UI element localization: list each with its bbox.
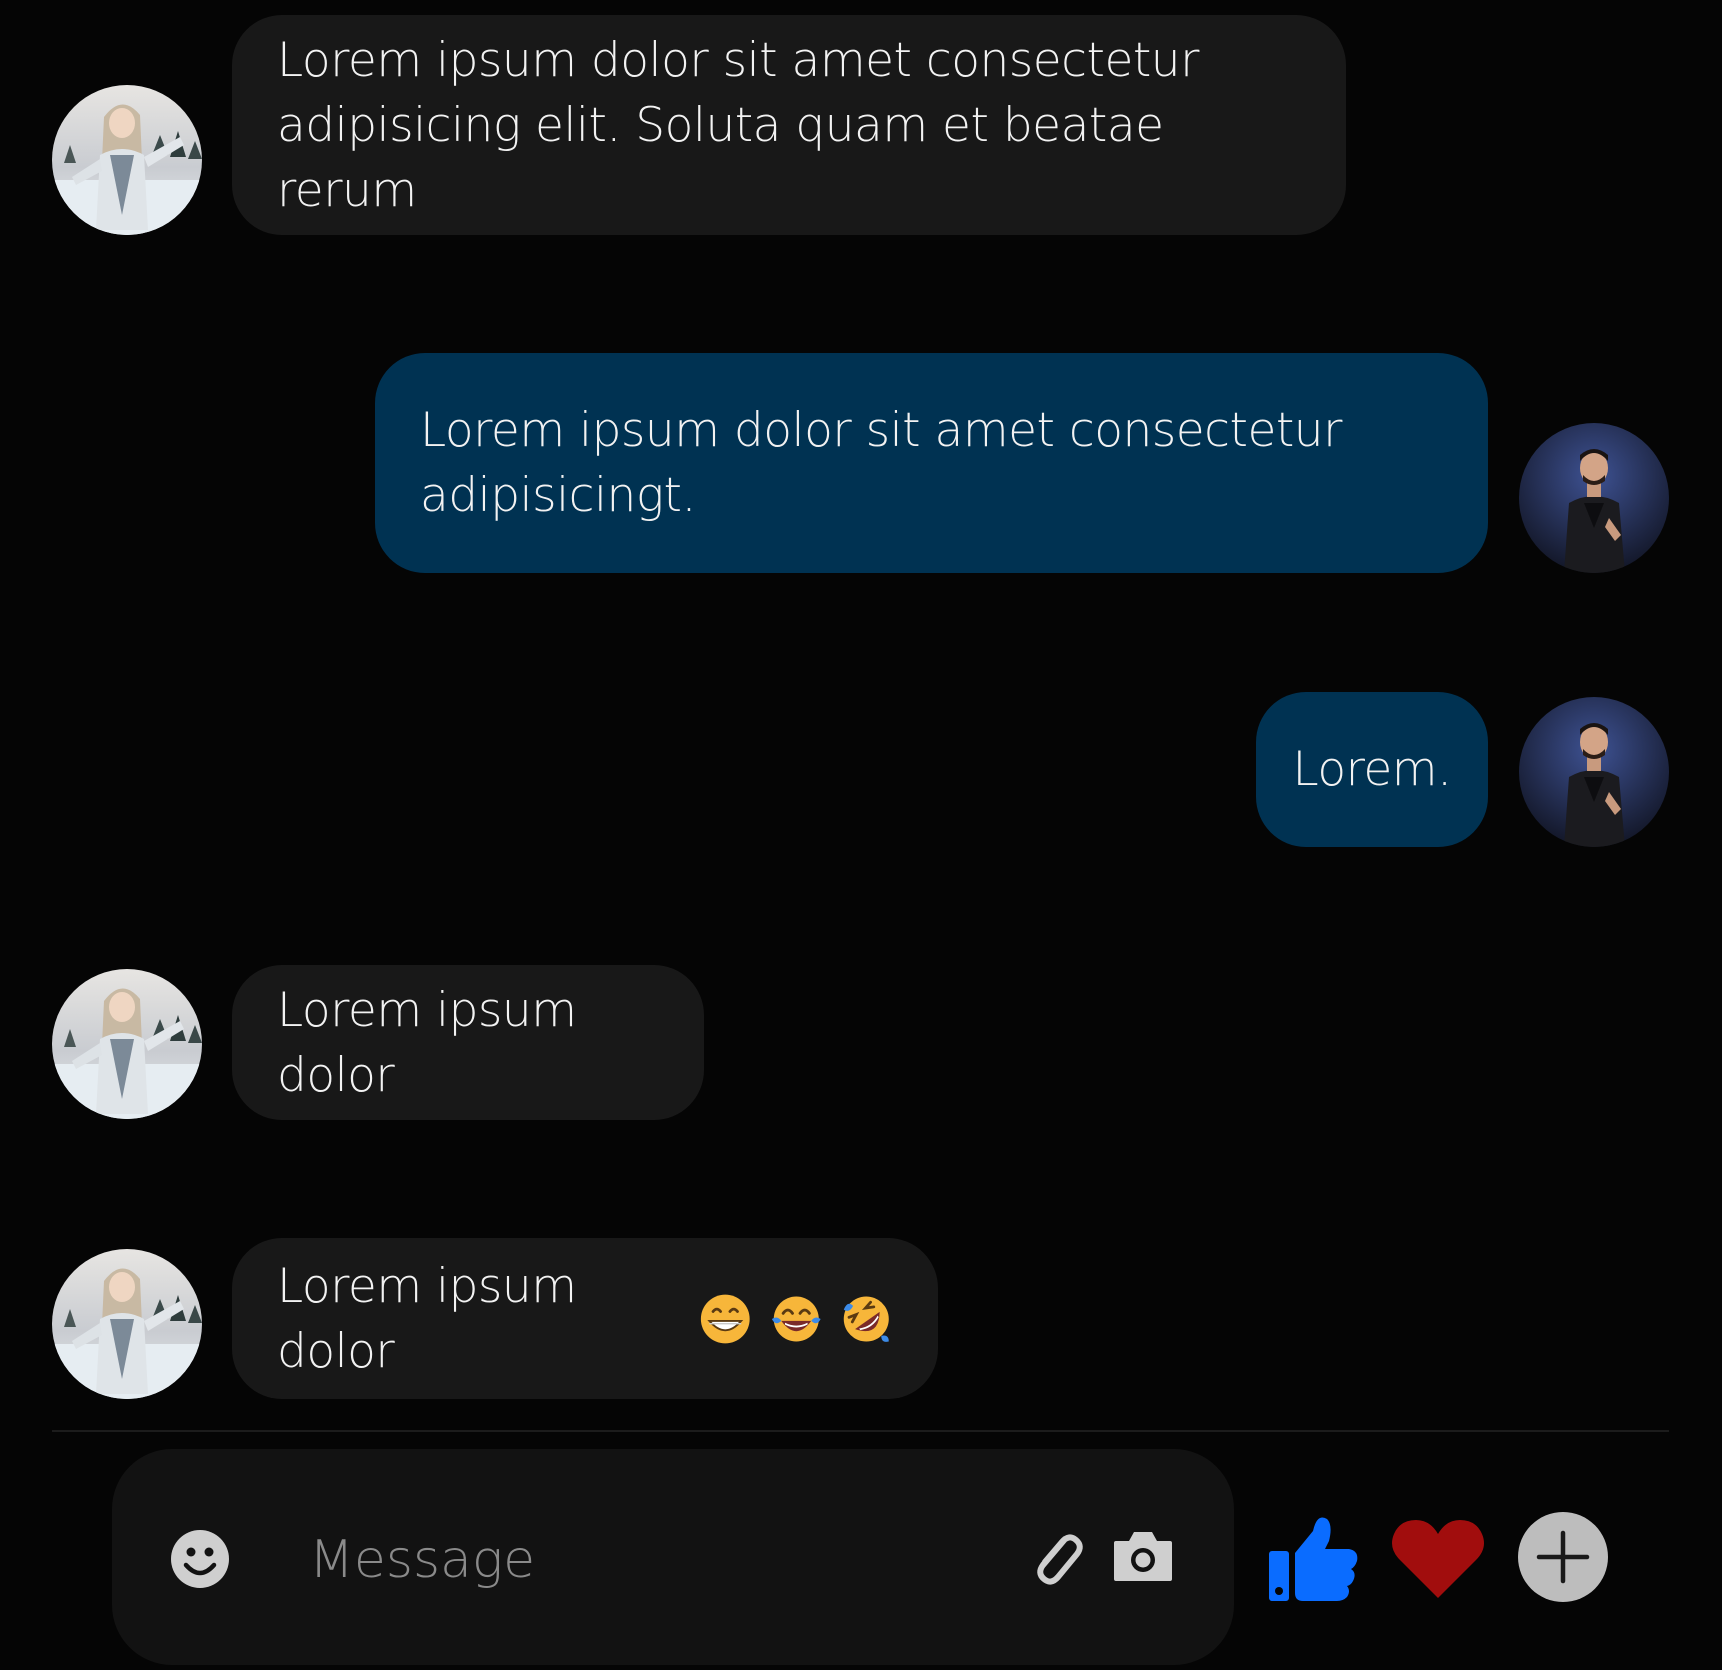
tears-of-joy-icon (771, 1295, 821, 1342)
message-bubble-incoming[interactable]: Lorem ipsum dolor (232, 1238, 938, 1399)
grinning-face-icon (701, 1294, 751, 1343)
message-bubble-outgoing[interactable]: Lorem ipsum dolor sit amet consectetur a… (375, 353, 1488, 573)
avatar-incoming[interactable] (52, 969, 202, 1119)
message-text: Lorem ipsum dolor (277, 982, 577, 1103)
avatar-outgoing[interactable] (1519, 697, 1669, 847)
avatar-girl-snow-image (52, 969, 202, 1119)
avatar-man-portrait-image (1519, 423, 1669, 573)
message-bubble-incoming[interactable]: Lorem ipsum dolor sit amet consectetur a… (232, 15, 1346, 235)
message-text: Lorem ipsum dolor (277, 1258, 577, 1379)
message-text: Lorem. (1292, 742, 1452, 797)
message-text-line: adipisicing elit. Soluta quam et beatae … (277, 97, 1164, 218)
message-composer (112, 1449, 1234, 1665)
avatar-girl-snow-image (52, 85, 202, 235)
message-bubble-outgoing[interactable]: Lorem. (1256, 692, 1488, 847)
message-text-line: Lorem ipsum dolor sit amet consectetur (420, 403, 1342, 458)
camera-icon[interactable] (1112, 1527, 1174, 1583)
rolling-on-floor-laughing-icon (844, 1295, 890, 1342)
message-text-line: adipisicingt. (420, 468, 696, 523)
message-text-line: Lorem ipsum dolor sit amet consectetur (277, 32, 1199, 88)
composer-divider (52, 1430, 1669, 1432)
avatar-girl-snow-image (52, 1249, 202, 1399)
avatar-outgoing[interactable] (1519, 423, 1669, 573)
heart-icon[interactable] (1390, 1516, 1486, 1600)
smiley-icon[interactable] (170, 1529, 230, 1589)
thumbs-up-icon[interactable] (1267, 1511, 1361, 1605)
paperclip-icon[interactable] (1027, 1525, 1085, 1587)
avatar-man-portrait-image (1519, 697, 1669, 847)
avatar-incoming[interactable] (52, 85, 202, 235)
plus-circle-icon[interactable] (1517, 1511, 1609, 1603)
message-input[interactable] (307, 1519, 1011, 1601)
message-bubble-incoming[interactable]: Lorem ipsum dolor (232, 965, 704, 1120)
avatar-incoming[interactable] (52, 1249, 202, 1399)
